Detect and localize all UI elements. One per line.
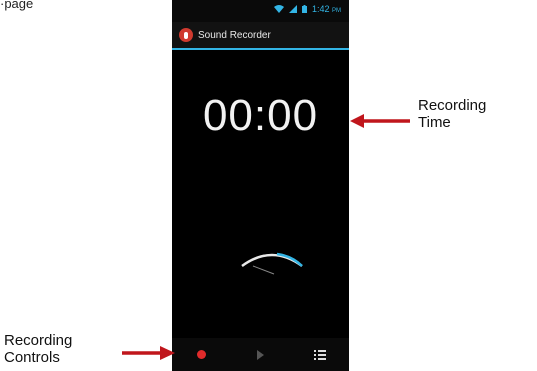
play-button[interactable] — [246, 340, 276, 370]
recording-controls-bar — [172, 338, 349, 371]
level-meter-dial — [241, 252, 303, 275]
recording-timer: 00:00 — [202, 91, 319, 140]
recording-time-label: Recording Time — [418, 97, 487, 131]
status-time: 1:42 PM — [311, 4, 341, 14]
record-button[interactable] — [187, 340, 217, 370]
play-icon — [257, 349, 264, 360]
recordings-list-button[interactable] — [305, 340, 335, 370]
recording-time-arrow — [350, 114, 410, 128]
signal-icon — [288, 5, 297, 13]
page-fragment-text: ·page — [0, 0, 34, 11]
phone-screen: 1:42 PM Sound Recorder 00:00 — [172, 0, 349, 371]
status-bar: 1:42 PM — [172, 0, 349, 22]
recording-controls-arrow — [122, 346, 175, 360]
battery-icon — [301, 5, 307, 13]
app-title: Sound Recorder — [198, 29, 271, 41]
record-icon — [197, 350, 206, 359]
wifi-icon — [273, 5, 284, 13]
app-bar: Sound Recorder — [172, 22, 349, 50]
recording-controls-label: Recording Controls — [4, 332, 73, 366]
list-icon — [313, 349, 326, 360]
microphone-icon — [179, 28, 193, 42]
